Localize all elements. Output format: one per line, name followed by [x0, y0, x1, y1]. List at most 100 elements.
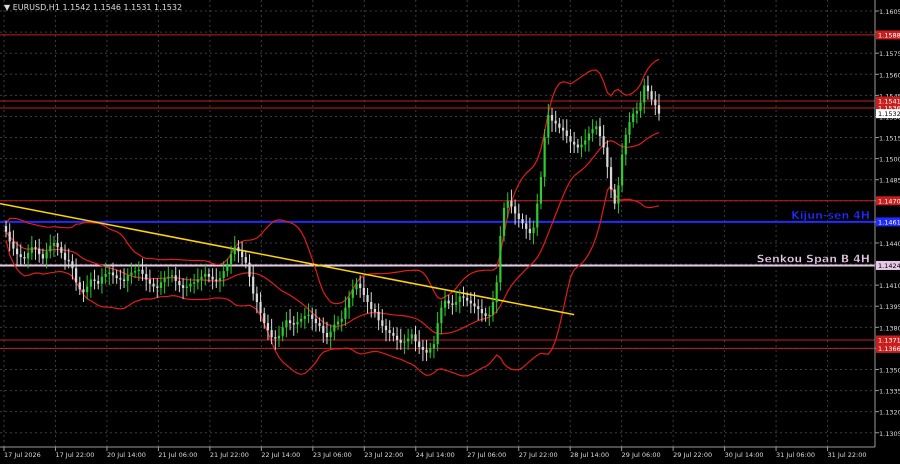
- chart-window: Kijun-sen 4HSenkou Span B 4H 1.16051.159…: [0, 0, 900, 460]
- candle-body: [137, 269, 140, 272]
- candle-body: [414, 334, 417, 342]
- candle-body: [336, 321, 340, 325]
- candle-body: [281, 327, 284, 336]
- x-tick-label: 21 Jul 22:00: [210, 451, 249, 459]
- candle-body: [204, 273, 207, 277]
- candle-body: [429, 348, 432, 353]
- candle-body: [606, 147, 609, 168]
- candle-body: [292, 323, 295, 325]
- candle-body: [207, 273, 211, 277]
- candle-body: [432, 344, 436, 349]
- candle-body: [325, 332, 329, 338]
- price-chart[interactable]: Kijun-sen 4HSenkou Span B 4H 1.16051.159…: [0, 0, 900, 460]
- candle-body: [126, 275, 129, 281]
- candle-body: [395, 335, 399, 340]
- candle-body: [145, 273, 148, 280]
- candle-body: [115, 275, 118, 279]
- candle-body: [108, 272, 111, 274]
- candle-body: [381, 320, 384, 326]
- candle-body: [34, 247, 37, 249]
- candle-body: [591, 129, 594, 134]
- current-price-label: 1.1532: [878, 110, 900, 118]
- candle-body: [624, 134, 627, 155]
- candle-body: [303, 316, 306, 319]
- candle-body: [130, 272, 133, 276]
- x-tick-label: 29 Jul 06:00: [622, 451, 661, 459]
- candle-body: [200, 276, 203, 280]
- candle-body: [366, 294, 369, 303]
- candle-body: [277, 335, 281, 339]
- candle-body: [56, 242, 59, 248]
- candle-body: [462, 296, 465, 298]
- candle-body: [510, 200, 513, 207]
- y-tick-label: 1.1350: [879, 366, 900, 374]
- x-tick-label: 22 Jul 14:00: [261, 451, 300, 459]
- candle-body: [506, 200, 509, 208]
- level-tag-label: 1.1461: [878, 218, 900, 226]
- candle-body: [565, 130, 568, 137]
- candle-body: [650, 91, 653, 100]
- level-label: Kijun-sen 4H: [791, 209, 870, 222]
- x-tick-label: 31 Jul 22:00: [828, 451, 867, 459]
- level-tag-label: 1.1366: [878, 345, 900, 353]
- y-tick-label: 1.1410: [879, 282, 900, 290]
- candle-body: [156, 286, 159, 288]
- x-tick-label: 31 Jul 06:00: [776, 451, 815, 459]
- candle-body: [148, 279, 151, 284]
- candle-body: [558, 123, 561, 128]
- x-tick-label: 23 Jul 22:00: [364, 451, 403, 459]
- candle-body: [45, 251, 48, 259]
- y-tick-label: 1.1560: [879, 71, 900, 79]
- candle-body: [167, 276, 170, 279]
- candle-body: [163, 278, 166, 283]
- candle-body: [241, 251, 244, 258]
- candle-body: [355, 283, 358, 290]
- candle-body: [477, 306, 480, 310]
- x-tick-label: 23 Jul 06:00: [313, 451, 352, 459]
- candle-body: [628, 122, 631, 135]
- candle-body: [621, 154, 624, 186]
- candle-body: [539, 176, 543, 204]
- candle-body: [30, 247, 33, 253]
- y-tick-label: 1.1605: [879, 8, 900, 16]
- x-tick-label: 27 Jul 22:00: [519, 451, 558, 459]
- x-tick-label: 29 Jul 22:00: [673, 451, 712, 459]
- candle-body: [632, 113, 635, 123]
- candle-body: [635, 110, 638, 114]
- candle-body: [443, 300, 447, 308]
- candle-body: [255, 293, 258, 303]
- y-tick-label: 1.1305: [879, 430, 900, 438]
- candle-body: [466, 297, 469, 301]
- candle-body: [318, 323, 321, 326]
- candle-body: [561, 127, 565, 131]
- candle-body: [392, 332, 395, 336]
- candle-body: [15, 248, 19, 255]
- candle-body: [4, 226, 8, 232]
- y-tick-label: 1.1380: [879, 324, 900, 332]
- candle-body: [100, 276, 104, 284]
- candle-body: [218, 278, 222, 281]
- candle-body: [377, 311, 380, 321]
- candle-body: [38, 248, 41, 255]
- candle-body: [657, 105, 661, 114]
- candle-body: [469, 300, 472, 304]
- candle-body: [491, 302, 495, 315]
- candle-body: [333, 324, 336, 332]
- y-tick-label: 1.1515: [879, 135, 900, 143]
- candle-body: [86, 286, 89, 293]
- candle-body: [359, 283, 362, 288]
- symbol-label: ▼ EURUSD,H1 1.1542 1.1546 1.1531 1.1532: [4, 3, 182, 12]
- candle-body: [134, 271, 137, 273]
- candle-body: [595, 126, 598, 130]
- candle-body: [410, 334, 413, 339]
- candle-body: [488, 314, 491, 317]
- candle-body: [49, 245, 52, 252]
- candle-body: [407, 338, 410, 342]
- candle-body: [52, 242, 56, 246]
- candle-body: [274, 337, 277, 339]
- candle-body: [12, 241, 15, 249]
- candle-body: [613, 189, 616, 204]
- level-tag-label: 1.1371: [878, 336, 900, 344]
- candle-body: [351, 289, 354, 298]
- candle-body: [189, 283, 192, 287]
